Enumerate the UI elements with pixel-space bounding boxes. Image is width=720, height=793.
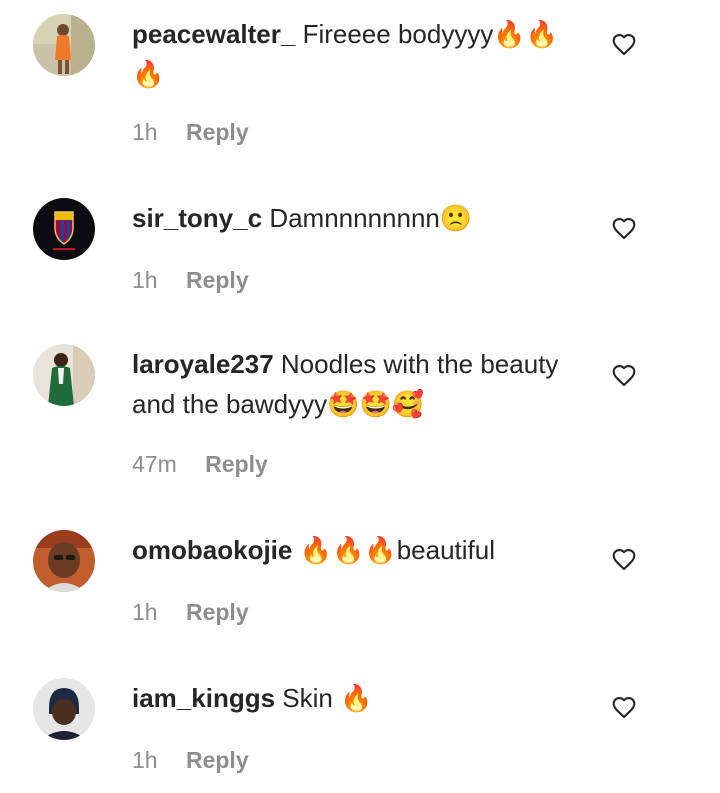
like-heart-icon[interactable] [610, 693, 638, 721]
comment-timestamp: 1h [132, 267, 158, 293]
comment-text: Damnnnnnnnn🙁 [269, 203, 473, 233]
comment-text-block: omobaokojie 🔥🔥🔥beautiful [132, 530, 572, 570]
comment-text: 🔥🔥🔥beautiful [299, 535, 496, 565]
comment-timestamp: 47m [132, 451, 177, 477]
comment-username[interactable]: omobaokojie [132, 535, 292, 565]
comment-text-block: sir_tony_c Damnnnnnnnn🙁 [132, 198, 572, 238]
comment-text-block: iam_kinggs Skin 🔥 [132, 678, 572, 718]
comment-text-block: peacewalter_ Fireeee bodyyyy🔥🔥🔥 [132, 14, 572, 94]
like-heart-icon[interactable] [610, 30, 638, 58]
comment-meta: 1h Reply [132, 117, 249, 147]
comments-list: peacewalter_ Fireeee bodyyyy🔥🔥🔥 1h Reply [0, 0, 720, 793]
comment-meta: 1h Reply [132, 265, 249, 295]
like-heart-icon[interactable] [610, 545, 638, 573]
comment-username[interactable]: iam_kinggs [132, 683, 275, 713]
comment-meta: 1h Reply [132, 745, 249, 775]
reply-button[interactable]: Reply [186, 117, 249, 147]
comment-text: Skin 🔥 [282, 683, 373, 713]
reply-button[interactable]: Reply [186, 265, 249, 295]
like-heart-icon[interactable] [610, 361, 638, 389]
comment-text-block: laroyale237 Noodles with the beauty and … [132, 344, 572, 424]
comment-meta: 1h Reply [132, 597, 249, 627]
like-heart-icon[interactable] [610, 214, 638, 242]
avatar[interactable] [33, 198, 95, 260]
avatar[interactable] [33, 344, 95, 406]
reply-button[interactable]: Reply [205, 449, 268, 479]
comment-timestamp: 1h [132, 599, 158, 625]
reply-button[interactable]: Reply [186, 745, 249, 775]
avatar[interactable] [33, 530, 95, 592]
comment-meta: 47m Reply [132, 449, 268, 479]
comment-username[interactable]: sir_tony_c [132, 203, 262, 233]
comment-timestamp: 1h [132, 747, 158, 773]
comment-username[interactable]: laroyale237 [132, 349, 274, 379]
comment-username[interactable]: peacewalter_ [132, 19, 295, 49]
reply-button[interactable]: Reply [186, 597, 249, 627]
avatar[interactable] [33, 14, 95, 76]
avatar[interactable] [33, 678, 95, 740]
comment-timestamp: 1h [132, 119, 158, 145]
